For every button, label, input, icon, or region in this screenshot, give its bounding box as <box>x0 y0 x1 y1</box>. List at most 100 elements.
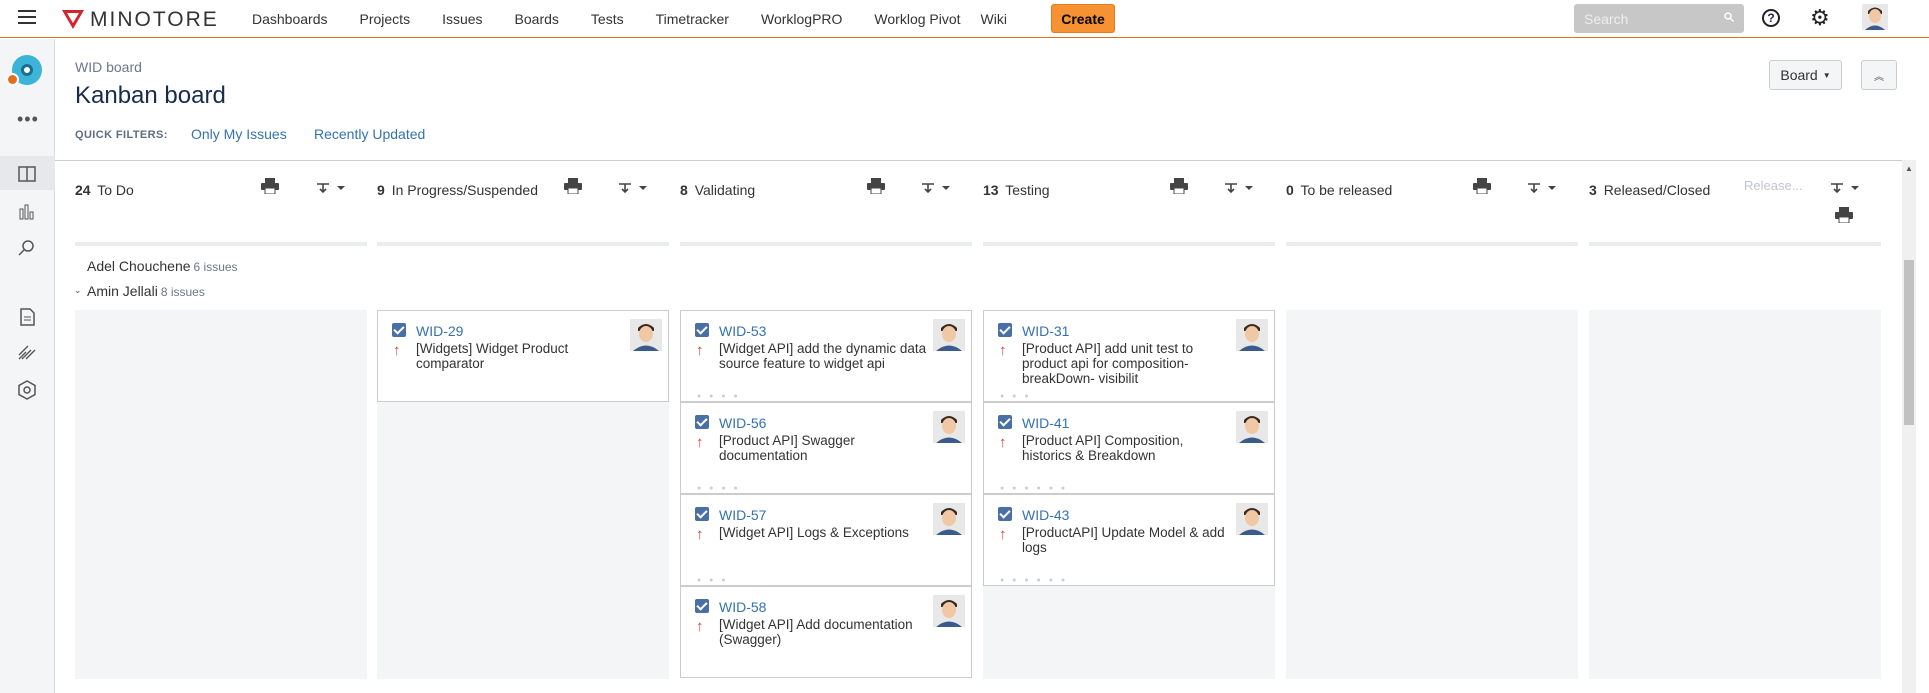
task-checkbox-icon <box>998 507 1012 521</box>
nav-worklogpro[interactable]: WorklogPRO <box>761 11 842 27</box>
issue-key[interactable]: WID-29 <box>416 323 463 339</box>
priority-high-arrow-icon: ↑ <box>696 526 704 543</box>
column-divider <box>1589 242 1881 246</box>
column-body-testing: WID-31 ↑ [Product API] add unit test to … <box>983 310 1275 679</box>
download-menu-icon[interactable] <box>1829 180 1863 196</box>
nav-tests[interactable]: Tests <box>591 11 624 27</box>
board-breadcrumb[interactable]: WID board <box>75 59 142 75</box>
nav-wiki[interactable]: Wiki <box>981 11 1007 27</box>
column-name: To Do <box>97 182 134 198</box>
chevron-down-icon[interactable]: ⌄ <box>74 285 82 296</box>
collapse-header-button[interactable]: ︽ <box>1861 60 1897 90</box>
issue-key[interactable]: WID-56 <box>719 415 766 431</box>
more-icon[interactable]: ••• <box>17 109 39 130</box>
issue-card[interactable]: WID-43 ↑ [ProductAPI] Update Model & add… <box>983 494 1275 586</box>
print-icon[interactable] <box>1472 178 1492 194</box>
double-chevron-up-icon: ︽ <box>1874 71 1884 83</box>
project-sidebar: ••• <box>0 39 55 693</box>
search-input[interactable] <box>1584 10 1714 27</box>
card-grabber: ● ● ● ● <box>697 393 741 400</box>
print-icon[interactable] <box>866 178 886 194</box>
column-divider <box>1286 242 1578 246</box>
column-count: 13 <box>983 182 999 198</box>
issue-key[interactable]: WID-41 <box>1022 415 1069 431</box>
create-button[interactable]: Create <box>1051 4 1115 33</box>
issue-summary: [ProductAPI] Update Model & add logs <box>1022 525 1225 555</box>
column-header-in-progress: 9 In Progress/Suspended <box>377 166 669 246</box>
column-header-released-closed: 3 Released/Closed Release... <box>1589 166 1881 246</box>
help-icon[interactable]: ? <box>1762 9 1780 27</box>
pages-icon[interactable] <box>16 306 38 328</box>
page-scrollbar[interactable] <box>1916 39 1929 693</box>
column-count: 8 <box>680 182 688 198</box>
download-menu-icon[interactable] <box>1223 180 1257 196</box>
nav-timetracker[interactable]: Timetracker <box>656 11 729 27</box>
assignee-avatar <box>1236 503 1268 535</box>
header-divider <box>55 160 1929 161</box>
issue-key[interactable]: WID-31 <box>1022 323 1069 339</box>
quick-filter-recently-updated[interactable]: Recently Updated <box>314 126 425 142</box>
card-grabber: ● ● ● ● ● ● <box>1000 485 1069 492</box>
task-checkbox-icon <box>998 323 1012 337</box>
issue-summary: [Product API] Swagger documentation <box>719 433 855 463</box>
issue-key[interactable]: WID-53 <box>719 323 766 339</box>
issue-card[interactable]: WID-31 ↑ [Product API] add unit test to … <box>983 310 1275 402</box>
column-count: 0 <box>1286 182 1294 198</box>
nav-dashboards[interactable]: Dashboards <box>252 11 328 27</box>
task-checkbox-icon <box>695 323 709 337</box>
column-divider <box>983 242 1275 246</box>
board-menu-button[interactable]: Board ▼ <box>1769 60 1842 90</box>
assignee-avatar <box>933 595 965 627</box>
nav-worklog-pivot[interactable]: Worklog Pivot <box>874 11 960 27</box>
quick-filter-only-my-issues[interactable]: Only My Issues <box>191 126 287 142</box>
card-grabber: ● ● ● <box>697 577 729 584</box>
issue-card[interactable]: WID-56 ↑ [Product API] Swagger documenta… <box>680 402 972 494</box>
board-menu-label: Board <box>1780 67 1818 83</box>
chevron-down-icon: ▼ <box>1822 70 1831 80</box>
download-menu-icon[interactable] <box>1526 180 1560 196</box>
print-icon[interactable] <box>563 178 583 194</box>
board-scrollbar[interactable]: ▲ <box>1902 160 1916 693</box>
assignee-avatar <box>1236 319 1268 351</box>
download-menu-icon[interactable] <box>617 180 651 196</box>
priority-high-arrow-icon: ↑ <box>999 526 1007 543</box>
print-icon[interactable] <box>1834 207 1854 223</box>
user-avatar[interactable] <box>1862 4 1888 30</box>
scroll-up-arrow-icon[interactable]: ▲ <box>1905 164 1913 173</box>
settings-hex-icon[interactable] <box>16 379 38 401</box>
swimlane-adel-chouchene[interactable]: Adel Chouchene 6 issues <box>87 258 238 274</box>
scrollbar-thumb[interactable] <box>1904 260 1914 425</box>
hamburger-menu-icon[interactable] <box>18 10 36 24</box>
issue-card[interactable]: WID-53 ↑ [Widget API] add the dynamic da… <box>680 310 972 402</box>
issue-key[interactable]: WID-58 <box>719 599 766 615</box>
issue-card[interactable]: WID-58 ↑ [Widget API] Add documentation … <box>680 586 972 678</box>
nav-issues[interactable]: Issues <box>442 11 482 27</box>
task-checkbox-icon <box>695 599 709 613</box>
column-divider <box>75 242 367 246</box>
issue-card[interactable]: WID-57 ↑ [Widget API] Logs & Exceptions … <box>680 494 972 586</box>
quick-filters-label: QUICK FILTERS: <box>75 129 168 141</box>
print-icon[interactable] <box>260 178 280 194</box>
print-icon[interactable] <box>1169 178 1189 194</box>
page-title: Kanban board <box>75 82 226 109</box>
nav-boards[interactable]: Boards <box>515 11 559 27</box>
issue-card[interactable]: WID-41 ↑ [Product API] Composition, hist… <box>983 402 1275 494</box>
reports-icon[interactable] <box>16 201 38 223</box>
minotore-logo[interactable]: MINOTORE <box>62 8 219 32</box>
nav-projects[interactable]: Projects <box>360 11 411 27</box>
column-title: 3 Released/Closed <box>1589 182 1710 198</box>
swimlane-amin-jellali[interactable]: ⌄ Amin Jellali 8 issues <box>74 283 205 299</box>
assignee-avatar <box>933 411 965 443</box>
releases-icon[interactable] <box>16 342 38 364</box>
issue-key[interactable]: WID-43 <box>1022 507 1069 523</box>
priority-high-arrow-icon: ↑ <box>999 434 1007 451</box>
issue-search-icon[interactable] <box>16 237 38 259</box>
release-link[interactable]: Release... <box>1744 178 1803 193</box>
download-menu-icon[interactable] <box>920 180 954 196</box>
download-menu-icon[interactable] <box>315 180 349 196</box>
board-icon[interactable] <box>16 163 38 185</box>
issue-card[interactable]: WID-29 ↑ [Widgets] Widget Product compar… <box>377 310 669 402</box>
search-icon[interactable] <box>1724 12 1734 22</box>
gear-icon[interactable]: ⚙ <box>1810 6 1830 30</box>
issue-key[interactable]: WID-57 <box>719 507 766 523</box>
